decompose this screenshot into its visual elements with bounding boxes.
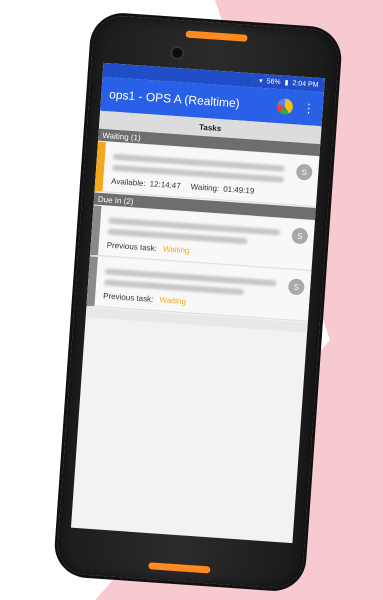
phone-screen: ▾ 56% ▮ 2:04 PM ops1 - OPS A (Realtime) … [70, 62, 325, 544]
more-options-icon[interactable]: ⋮ [302, 101, 315, 116]
battery-level: 56% [266, 77, 281, 86]
waiting-label: Waiting: [190, 182, 220, 194]
app-title: ops1 - OPS A (Realtime) [108, 87, 241, 111]
previous-task-status: Waiting [162, 244, 190, 256]
previous-task-label: Previous task: [106, 240, 158, 253]
clock: 2:04 PM [292, 79, 319, 89]
bottom-speaker [148, 562, 211, 574]
battery-icon: ▮ [284, 79, 289, 87]
top-speaker [185, 30, 248, 42]
task-status-badge: S [291, 227, 309, 245]
wifi-icon: ▾ [258, 77, 263, 85]
phone-device: ▾ 56% ▮ 2:04 PM ops1 - OPS A (Realtime) … [55, 14, 341, 590]
task-status-badge: S [287, 278, 305, 296]
waiting-value: 01:49:19 [222, 184, 255, 196]
task-status-badge: S [295, 163, 313, 181]
account-avatar-icon[interactable] [276, 98, 294, 116]
previous-task-label: Previous task: [102, 291, 154, 304]
available-label: Available: [110, 176, 146, 189]
previous-task-status: Waiting [159, 295, 187, 307]
available-value: 12:14:47 [149, 179, 182, 191]
front-camera [171, 47, 183, 59]
